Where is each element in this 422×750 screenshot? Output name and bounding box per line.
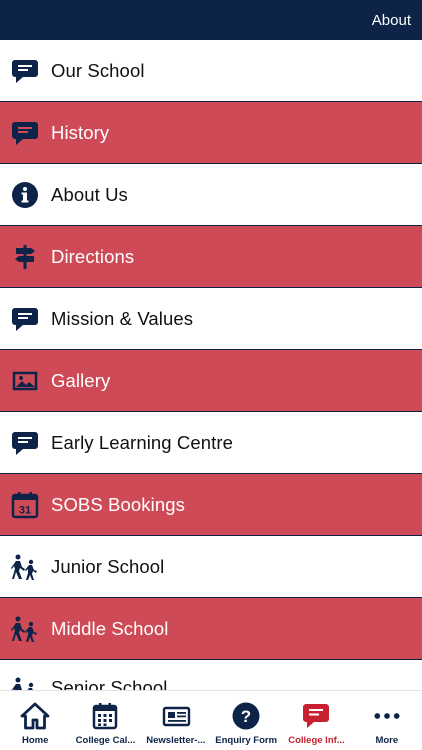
list-item-label: Early Learning Centre — [51, 431, 234, 453]
list-item-label: Gallery — [51, 369, 111, 391]
tab-enquiry-form[interactable]: ? Enquiry Form — [211, 691, 281, 750]
walking-people-icon — [11, 553, 39, 581]
list-item-label: Senior School — [51, 677, 168, 690]
list-item-history[interactable]: History — [0, 102, 422, 164]
tab-label: College Cal... — [75, 735, 136, 746]
list-item-label: SOBS Bookings — [51, 493, 185, 515]
list-item-label: About Us — [51, 183, 128, 205]
gallery-icon — [11, 367, 39, 395]
info-icon — [11, 181, 39, 209]
list-item-label: Junior School — [51, 555, 165, 577]
list-item-directions[interactable]: Directions — [0, 226, 422, 288]
list-item-our-school[interactable]: Our School — [0, 40, 422, 102]
list-item-early-learning-centre[interactable]: Early Learning Centre — [0, 412, 422, 474]
top-bar: About — [0, 0, 422, 40]
svg-text:?: ? — [241, 707, 251, 726]
tab-college-info[interactable]: College Inf... — [281, 691, 351, 750]
tab-label: College Inf... — [288, 735, 345, 746]
walking-people-icon — [11, 676, 39, 690]
tab-label: Enquiry Form — [215, 735, 278, 746]
list-item-junior-school[interactable]: Junior School — [0, 536, 422, 598]
list-item-about-us[interactable]: About Us — [0, 164, 422, 226]
more-dots-icon — [372, 701, 402, 731]
tab-label: Newsletter-... — [146, 735, 206, 746]
list-item-middle-school[interactable]: Middle School — [0, 598, 422, 660]
tab-label: More — [375, 735, 399, 746]
list-item-label: Mission & Values — [51, 307, 194, 329]
menu-list: Our School History About Us Directions M… — [0, 40, 422, 690]
tab-more[interactable]: More — [352, 691, 422, 750]
speech-bubble-icon — [11, 305, 39, 333]
list-item-label: Middle School — [51, 617, 169, 639]
tab-college-calendar[interactable]: College Cal... — [70, 691, 140, 750]
speech-bubble-icon — [11, 57, 39, 85]
bottom-tab-bar: Home College Cal... Newsletter-... ? Enq… — [0, 690, 422, 750]
question-icon: ? — [231, 701, 261, 731]
list-item-label: Directions — [51, 245, 135, 267]
tab-home[interactable]: Home — [0, 691, 70, 750]
tab-label: Home — [21, 735, 49, 746]
speech-bubble-icon — [11, 119, 39, 147]
calendar-icon: 31 — [11, 491, 39, 519]
list-item-senior-school[interactable]: Senior School — [0, 660, 422, 690]
list-item-gallery[interactable]: Gallery — [0, 350, 422, 412]
list-item-label: Our School — [51, 59, 145, 81]
list-item-mission-values[interactable]: Mission & Values — [0, 288, 422, 350]
page-title: About — [371, 12, 411, 29]
signpost-icon — [11, 243, 39, 271]
newspaper-icon — [161, 701, 191, 731]
walking-people-icon — [11, 615, 39, 643]
list-item-label: History — [51, 121, 110, 143]
tab-newsletter[interactable]: Newsletter-... — [141, 691, 211, 750]
list-item-sobs-bookings[interactable]: 31 SOBS Bookings — [0, 474, 422, 536]
speech-bubble-icon — [301, 701, 331, 731]
calendar-day-text: 31 — [19, 504, 31, 516]
home-icon — [20, 701, 50, 731]
speech-bubble-icon — [11, 429, 39, 457]
calendar-grid-icon — [90, 701, 120, 731]
